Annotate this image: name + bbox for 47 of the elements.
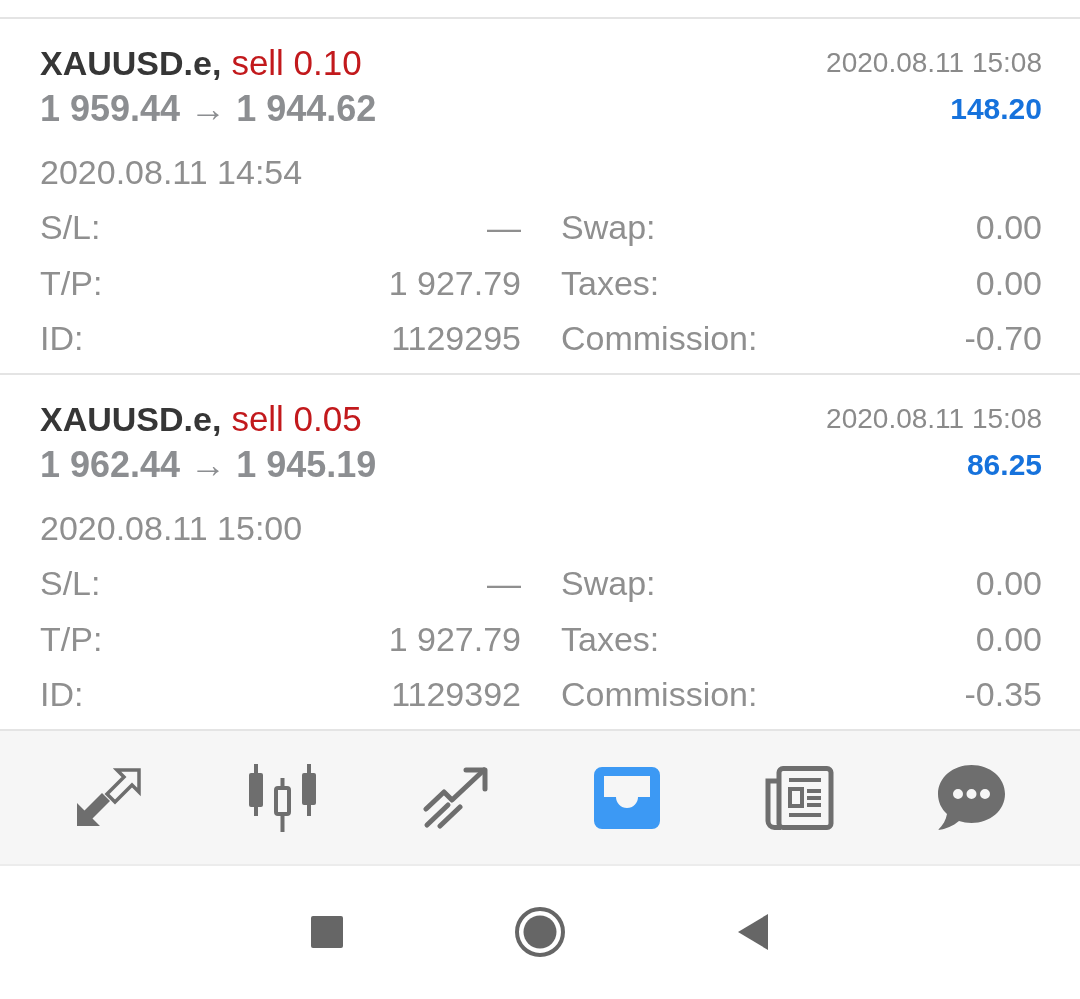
recents-button[interactable] — [311, 915, 343, 948]
symbol-name: XAUUSD.e, — [40, 399, 222, 440]
detail-value: 0.00 — [975, 618, 1042, 660]
detail-label: T/P: — [40, 262, 103, 304]
detail-value: -0.35 — [964, 674, 1042, 716]
detail-value: -0.70 — [964, 318, 1042, 360]
detail-value: 1 927.79 — [388, 262, 521, 304]
detail-value: 0.00 — [975, 262, 1042, 304]
back-triangle-icon — [737, 913, 769, 950]
detail-label: Taxes: — [561, 262, 660, 304]
detail-label: ID: — [40, 318, 84, 360]
price-change: 1 959.44 → 1 944.62 — [40, 87, 377, 131]
detail-value: — — [487, 563, 521, 605]
detail-value: 1129392 — [391, 674, 521, 716]
detail-label: Commission: — [561, 674, 758, 716]
home-circle-icon — [515, 906, 565, 957]
detail-label: ID: — [40, 674, 84, 716]
trend-arrow-icon — [422, 766, 491, 829]
double-arrow-icon — [75, 767, 142, 828]
close-time: 2020.08.11 15:08 — [826, 402, 1042, 436]
detail-label: T/P: — [40, 618, 103, 660]
symbol-name: XAUUSD.e, — [40, 43, 222, 84]
open-time: 2020.08.11 15:00 — [40, 508, 303, 548]
detail-label: Swap: — [561, 207, 656, 249]
detail-value: 1 927.79 — [388, 618, 521, 660]
detail-value: 0.00 — [975, 563, 1042, 605]
price-change: 1 962.44 → 1 945.19 — [40, 443, 377, 487]
inbox-tray-icon — [593, 766, 660, 829]
square-icon — [311, 915, 343, 948]
profit-value: 148.20 — [950, 91, 1042, 127]
detail-label: S/L: — [40, 563, 101, 605]
detail-value: 1129295 — [391, 318, 521, 360]
order-type: sell 0.10 — [231, 42, 362, 84]
close-time: 2020.08.11 15:08 — [826, 46, 1042, 80]
open-time: 2020.08.11 14:54 — [40, 152, 303, 192]
home-button[interactable] — [515, 906, 565, 957]
newspaper-icon — [763, 765, 835, 830]
chat-bubble-icon — [937, 765, 1005, 830]
detail-label: Taxes: — [561, 618, 660, 660]
profit-value: 86.25 — [966, 447, 1042, 483]
detail-value: — — [487, 207, 521, 249]
back-button[interactable] — [737, 913, 769, 950]
detail-value: 0.00 — [975, 207, 1042, 249]
detail-label: Swap: — [561, 563, 656, 605]
detail-label: S/L: — [40, 207, 101, 249]
detail-label: Commission: — [561, 318, 758, 360]
order-type: sell 0.05 — [231, 398, 362, 440]
